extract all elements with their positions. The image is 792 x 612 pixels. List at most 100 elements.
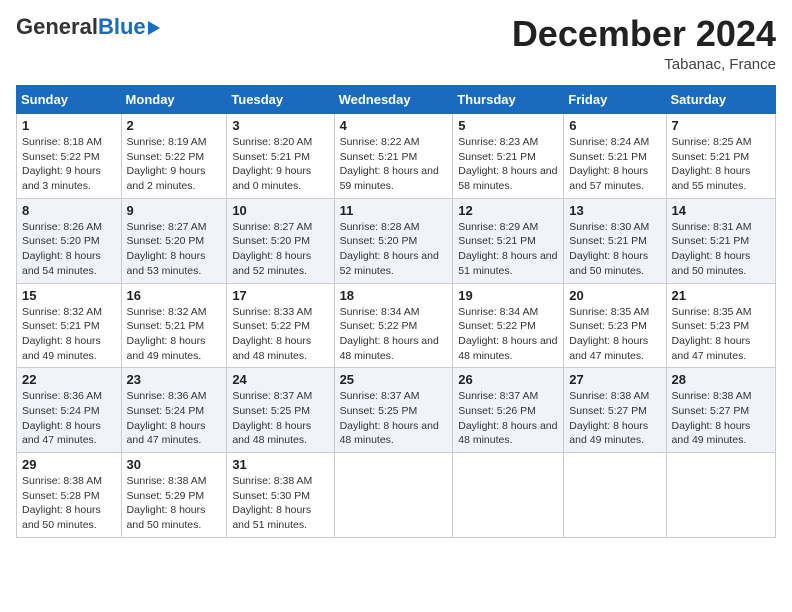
day-info: Sunrise: 8:33 AM Sunset: 5:22 PM Dayligh… <box>232 305 328 364</box>
day-number: 12 <box>458 203 558 218</box>
day-number: 22 <box>22 372 116 387</box>
month-title: December 2024 <box>512 16 776 52</box>
logo-arrow-icon <box>148 21 160 35</box>
day-info: Sunrise: 8:23 AM Sunset: 5:21 PM Dayligh… <box>458 135 558 194</box>
calendar-day-cell: 3 Sunrise: 8:20 AM Sunset: 5:21 PM Daylig… <box>227 114 334 199</box>
day-number: 13 <box>569 203 660 218</box>
day-info: Sunrise: 8:36 AM Sunset: 5:24 PM Dayligh… <box>22 389 116 448</box>
calendar-day-cell: 9 Sunrise: 8:27 AM Sunset: 5:20 PM Daylig… <box>121 198 227 283</box>
day-number: 6 <box>569 118 660 133</box>
calendar-day-cell: 7 Sunrise: 8:25 AM Sunset: 5:21 PM Daylig… <box>666 114 775 199</box>
title-block: December 2024 Tabanac, France <box>512 16 776 73</box>
day-info: Sunrise: 8:38 AM Sunset: 5:28 PM Dayligh… <box>22 474 116 533</box>
calendar-day-cell: 28 Sunrise: 8:38 AM Sunset: 5:27 PM Dayli… <box>666 368 775 453</box>
day-number: 28 <box>672 372 770 387</box>
calendar-table: SundayMondayTuesdayWednesdayThursdayFrid… <box>16 85 776 538</box>
calendar-day-cell: 11 Sunrise: 8:28 AM Sunset: 5:20 PM Dayli… <box>334 198 453 283</box>
day-info: Sunrise: 8:25 AM Sunset: 5:21 PM Dayligh… <box>672 135 770 194</box>
page-header: General Blue December 2024 Tabanac, Fran… <box>16 16 776 73</box>
day-number: 17 <box>232 288 328 303</box>
day-number: 9 <box>127 203 222 218</box>
calendar-day-cell: 18Sunrise: 8:34 AM Sunset: 5:22 PM Dayli… <box>334 283 453 368</box>
calendar-day-cell: 29 Sunrise: 8:38 AM Sunset: 5:28 PM Dayli… <box>17 453 122 538</box>
calendar-day-cell: 22 Sunrise: 8:36 AM Sunset: 5:24 PM Dayli… <box>17 368 122 453</box>
day-info: Sunrise: 8:37 AM Sunset: 5:25 PM Dayligh… <box>340 389 448 448</box>
day-info: Sunrise: 8:35 AM Sunset: 5:23 PM Dayligh… <box>569 305 660 364</box>
calendar-day-header: Wednesday <box>334 86 453 114</box>
calendar-day-cell: 2Sunrise: 8:19 AM Sunset: 5:22 PM Daylig… <box>121 114 227 199</box>
calendar-day-cell: 13 Sunrise: 8:30 AM Sunset: 5:21 PM Dayli… <box>564 198 666 283</box>
day-info: Sunrise: 8:34 AM Sunset: 5:22 PM Dayligh… <box>458 305 558 364</box>
day-info: Sunrise: 8:31 AM Sunset: 5:21 PM Dayligh… <box>672 220 770 279</box>
day-number: 24 <box>232 372 328 387</box>
calendar-day-cell: 14 Sunrise: 8:31 AM Sunset: 5:21 PM Dayli… <box>666 198 775 283</box>
day-number: 7 <box>672 118 770 133</box>
calendar-week-row: 15Sunrise: 8:32 AM Sunset: 5:21 PM Dayli… <box>17 283 776 368</box>
calendar-week-row: 22 Sunrise: 8:36 AM Sunset: 5:24 PM Dayli… <box>17 368 776 453</box>
day-number: 20 <box>569 288 660 303</box>
day-info: Sunrise: 8:35 AM Sunset: 5:23 PM Dayligh… <box>672 305 770 364</box>
calendar-day-cell: 26 Sunrise: 8:37 AM Sunset: 5:26 PM Dayli… <box>453 368 564 453</box>
calendar-day-cell: 10Sunrise: 8:27 AM Sunset: 5:20 PM Dayli… <box>227 198 334 283</box>
calendar-day-header: Saturday <box>666 86 775 114</box>
logo-blue-text: Blue <box>98 16 146 38</box>
day-number: 26 <box>458 372 558 387</box>
calendar-day-cell: 27 Sunrise: 8:38 AM Sunset: 5:27 PM Dayli… <box>564 368 666 453</box>
day-info: Sunrise: 8:20 AM Sunset: 5:21 PM Dayligh… <box>232 135 328 194</box>
logo: General Blue <box>16 16 160 38</box>
calendar-day-cell: 21Sunrise: 8:35 AM Sunset: 5:23 PM Dayli… <box>666 283 775 368</box>
calendar-day-cell: 5Sunrise: 8:23 AM Sunset: 5:21 PM Daylig… <box>453 114 564 199</box>
calendar-header-row: SundayMondayTuesdayWednesdayThursdayFrid… <box>17 86 776 114</box>
day-info: Sunrise: 8:38 AM Sunset: 5:27 PM Dayligh… <box>672 389 770 448</box>
calendar-day-cell: 25 Sunrise: 8:37 AM Sunset: 5:25 PM Dayli… <box>334 368 453 453</box>
calendar-day-cell: 20 Sunrise: 8:35 AM Sunset: 5:23 PM Dayli… <box>564 283 666 368</box>
calendar-day-cell: 23Sunrise: 8:36 AM Sunset: 5:24 PM Dayli… <box>121 368 227 453</box>
day-info: Sunrise: 8:38 AM Sunset: 5:27 PM Dayligh… <box>569 389 660 448</box>
day-number: 2 <box>127 118 222 133</box>
calendar-day-cell: 8Sunrise: 8:26 AM Sunset: 5:20 PM Daylig… <box>17 198 122 283</box>
day-info: Sunrise: 8:36 AM Sunset: 5:24 PM Dayligh… <box>127 389 222 448</box>
calendar-day-header: Monday <box>121 86 227 114</box>
day-number: 18 <box>340 288 448 303</box>
day-info: Sunrise: 8:30 AM Sunset: 5:21 PM Dayligh… <box>569 220 660 279</box>
day-info: Sunrise: 8:27 AM Sunset: 5:20 PM Dayligh… <box>232 220 328 279</box>
day-info: Sunrise: 8:27 AM Sunset: 5:20 PM Dayligh… <box>127 220 222 279</box>
calendar-day-cell: 12 Sunrise: 8:29 AM Sunset: 5:21 PM Dayli… <box>453 198 564 283</box>
calendar-day-cell: 4Sunrise: 8:22 AM Sunset: 5:21 PM Daylig… <box>334 114 453 199</box>
day-number: 29 <box>22 457 116 472</box>
day-number: 25 <box>340 372 448 387</box>
day-info: Sunrise: 8:22 AM Sunset: 5:21 PM Dayligh… <box>340 135 448 194</box>
calendar-day-header: Sunday <box>17 86 122 114</box>
calendar-week-row: 29 Sunrise: 8:38 AM Sunset: 5:28 PM Dayli… <box>17 453 776 538</box>
day-info: Sunrise: 8:37 AM Sunset: 5:26 PM Dayligh… <box>458 389 558 448</box>
day-info: Sunrise: 8:24 AM Sunset: 5:21 PM Dayligh… <box>569 135 660 194</box>
calendar-day-header: Tuesday <box>227 86 334 114</box>
day-info: Sunrise: 8:32 AM Sunset: 5:21 PM Dayligh… <box>127 305 222 364</box>
day-number: 16 <box>127 288 222 303</box>
location-text: Tabanac, France <box>512 56 776 73</box>
day-info: Sunrise: 8:18 AM Sunset: 5:22 PM Dayligh… <box>22 135 116 194</box>
calendar-day-cell: 19Sunrise: 8:34 AM Sunset: 5:22 PM Dayli… <box>453 283 564 368</box>
calendar-body: 1Sunrise: 8:18 AM Sunset: 5:22 PM Daylig… <box>17 114 776 538</box>
day-info: Sunrise: 8:29 AM Sunset: 5:21 PM Dayligh… <box>458 220 558 279</box>
calendar-day-cell: 6 Sunrise: 8:24 AM Sunset: 5:21 PM Daylig… <box>564 114 666 199</box>
day-info: Sunrise: 8:38 AM Sunset: 5:29 PM Dayligh… <box>127 474 222 533</box>
calendar-day-cell: 24 Sunrise: 8:37 AM Sunset: 5:25 PM Dayli… <box>227 368 334 453</box>
day-info: Sunrise: 8:37 AM Sunset: 5:25 PM Dayligh… <box>232 389 328 448</box>
day-number: 3 <box>232 118 328 133</box>
logo-general-text: General <box>16 16 98 38</box>
calendar-week-row: 8Sunrise: 8:26 AM Sunset: 5:20 PM Daylig… <box>17 198 776 283</box>
day-number: 30 <box>127 457 222 472</box>
calendar-day-cell: 16 Sunrise: 8:32 AM Sunset: 5:21 PM Dayli… <box>121 283 227 368</box>
day-info: Sunrise: 8:28 AM Sunset: 5:20 PM Dayligh… <box>340 220 448 279</box>
calendar-day-cell: 31Sunrise: 8:38 AM Sunset: 5:30 PM Dayli… <box>227 453 334 538</box>
day-number: 14 <box>672 203 770 218</box>
calendar-day-header: Thursday <box>453 86 564 114</box>
calendar-day-cell: 15Sunrise: 8:32 AM Sunset: 5:21 PM Dayli… <box>17 283 122 368</box>
day-number: 27 <box>569 372 660 387</box>
day-info: Sunrise: 8:32 AM Sunset: 5:21 PM Dayligh… <box>22 305 116 364</box>
day-info: Sunrise: 8:38 AM Sunset: 5:30 PM Dayligh… <box>232 474 328 533</box>
day-number: 11 <box>340 203 448 218</box>
calendar-day-cell: 17 Sunrise: 8:33 AM Sunset: 5:22 PM Dayli… <box>227 283 334 368</box>
calendar-day-cell <box>453 453 564 538</box>
